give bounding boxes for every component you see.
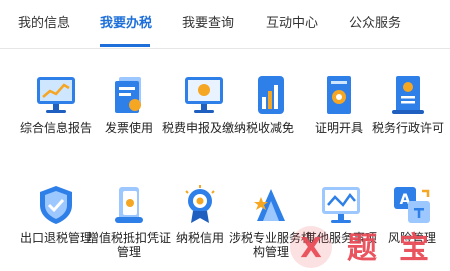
tab-label: 互动中心 xyxy=(266,16,319,31)
tab-interaction-center[interactable]: 互动中心 xyxy=(266,0,318,47)
watermark-logo: X 题 宝 xyxy=(287,221,447,271)
top-tab-bar: 我的信息 我要办税 我要查询 互动中心 公众服务 xyxy=(0,0,450,49)
tab-label: 公众服务 xyxy=(349,16,402,31)
svg-text:X: X xyxy=(300,231,322,264)
service-label: 税务行政许可 xyxy=(371,121,444,135)
service-label: 发票使用 xyxy=(104,121,153,135)
service-invoice[interactable]: 发票使用 xyxy=(86,49,172,153)
shield-icon xyxy=(34,183,78,227)
certificate-icon xyxy=(317,73,361,117)
tab-label: 我的信息 xyxy=(18,16,71,31)
license-icon xyxy=(386,73,430,117)
invoice-icon xyxy=(107,73,151,117)
tab-label: 我要办税 xyxy=(100,16,153,31)
vat-voucher-icon xyxy=(107,183,151,227)
active-tab-indicator xyxy=(100,44,150,47)
tab-my-info[interactable]: 我的信息 xyxy=(18,0,70,47)
tab-tax-filing[interactable]: 我要办税 xyxy=(100,0,153,47)
svg-text:宝: 宝 xyxy=(399,231,429,266)
tab-public-service[interactable]: 公众服务 xyxy=(349,0,401,47)
service-admin-license[interactable]: 税务行政许可 xyxy=(365,49,450,153)
declaration-icon xyxy=(182,73,226,117)
tax-reduction-icon xyxy=(248,73,292,117)
credit-badge-icon xyxy=(178,183,222,227)
tab-label: 我要查询 xyxy=(182,16,235,31)
monitor-chart-icon xyxy=(34,73,78,117)
tab-query[interactable]: 我要查询 xyxy=(182,0,234,47)
svg-text:题: 题 xyxy=(347,231,377,266)
